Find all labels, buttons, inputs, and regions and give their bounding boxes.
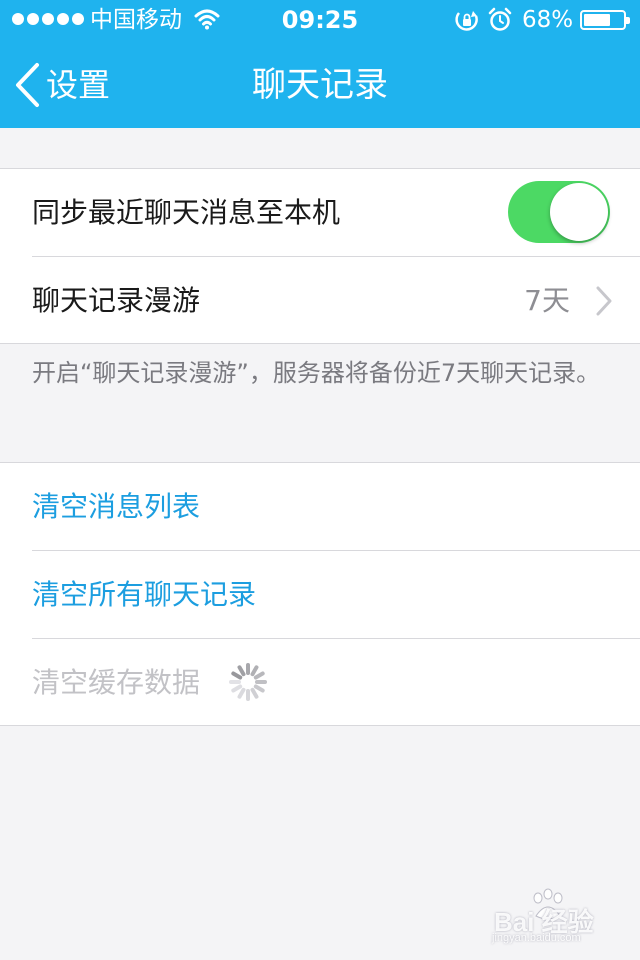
clear-all-history-button[interactable]: 清空所有聊天记录 <box>0 551 640 638</box>
status-bar: 中国移动 09:25 68% <box>0 0 640 40</box>
back-label: 设置 <box>46 66 111 104</box>
clear-cache-button: 清空缓存数据 <box>0 639 640 726</box>
sync-recent-messages-row: 同步最近聊天消息至本机 <box>0 169 640 256</box>
sync-recent-messages-label: 同步最近聊天消息至本机 <box>32 196 341 229</box>
history-roaming-label: 聊天记录漫游 <box>32 284 201 317</box>
sync-recent-messages-toggle[interactable] <box>508 181 610 243</box>
battery-icon <box>580 10 630 30</box>
chevron-right-icon <box>596 286 612 316</box>
baidu-jingyan-watermark: Bai 经验 jingyan.baidu.com <box>488 888 628 948</box>
battery-level-fill <box>584 14 610 26</box>
clear-cache-label: 清空缓存数据 <box>32 666 201 699</box>
orientation-lock-icon <box>455 11 478 31</box>
header-bar: 中国移动 09:25 68% 设置 聊天记录 <box>0 0 640 128</box>
chevron-left-icon <box>16 63 39 107</box>
history-roaming-value: 7天 <box>524 284 570 317</box>
history-roaming-row[interactable]: 聊天记录漫游 7天 <box>0 257 640 344</box>
clear-message-list-label: 清空消息列表 <box>32 490 201 523</box>
roaming-footnote: 开启“聊天记录漫游”，服务器将备份近7天聊天记录。 <box>32 359 601 387</box>
back-button[interactable]: 设置 <box>14 60 110 110</box>
clear-actions-group: 清空消息列表 清空所有聊天记录 清空缓存数据 <box>0 462 640 726</box>
watermark-url: jingyan.baidu.com <box>492 932 581 944</box>
toggle-knob <box>550 183 608 241</box>
clear-message-list-button[interactable]: 清空消息列表 <box>0 463 640 550</box>
sync-settings-group: 同步最近聊天消息至本机 聊天记录漫游 7天 <box>0 168 640 344</box>
alarm-icon <box>488 7 512 31</box>
clear-all-history-label: 清空所有聊天记录 <box>32 578 257 611</box>
battery-percent: 68% <box>522 7 574 33</box>
loading-spinner-icon <box>229 663 267 701</box>
